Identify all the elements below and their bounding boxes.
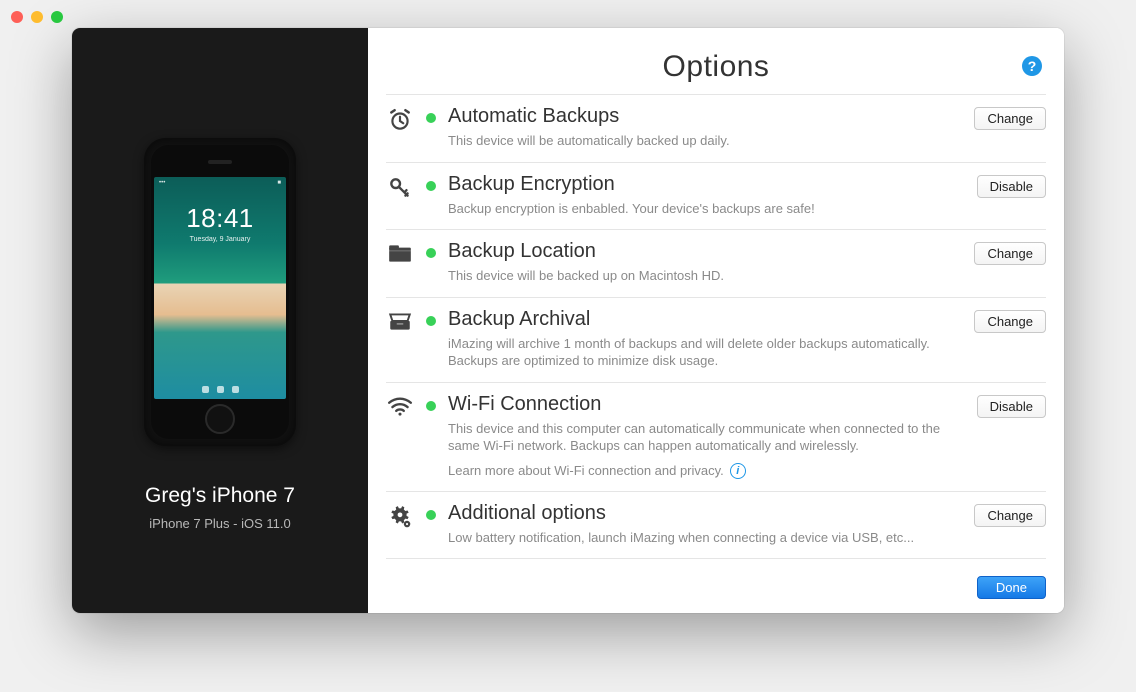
option-additional: Additional options Low battery notificat…	[386, 491, 1046, 560]
help-icon[interactable]: ?	[1022, 56, 1042, 76]
wifi-icon	[386, 393, 414, 417]
status-dot-enabled	[426, 510, 436, 520]
device-screen: •••■ 18:41 Tuesday, 9 January	[154, 177, 286, 399]
panel-header: Options ?	[368, 50, 1064, 94]
status-dot-enabled	[426, 181, 436, 191]
option-backup-location: Backup Location This device will be back…	[386, 229, 1046, 297]
option-wifi-connection: Wi-Fi Connection This device and this co…	[386, 382, 1046, 491]
options-panel: Options ? Automatic Backups This device …	[368, 28, 1064, 613]
change-button[interactable]: Change	[974, 107, 1046, 130]
wifi-learn-more[interactable]: Learn more about Wi-Fi connection and pr…	[448, 463, 965, 479]
option-backup-encryption: Backup Encryption Backup encryption is e…	[386, 162, 1046, 230]
key-icon	[386, 173, 414, 201]
device-date: Tuesday, 9 January	[190, 236, 251, 243]
device-home-button	[205, 404, 235, 434]
device-sidebar: •••■ 18:41 Tuesday, 9 January Greg's iPh…	[72, 28, 368, 613]
option-description: Backup encryption is enbabled. Your devi…	[448, 200, 965, 218]
option-title: Wi-Fi Connection	[448, 393, 965, 416]
status-dot-enabled	[426, 248, 436, 258]
app-window: •••■ 18:41 Tuesday, 9 January Greg's iPh…	[72, 28, 1064, 613]
option-automatic-backups: Automatic Backups This device will be au…	[386, 94, 1046, 162]
gears-icon	[386, 502, 414, 530]
change-button[interactable]: Change	[974, 310, 1046, 333]
disable-button[interactable]: Disable	[977, 175, 1046, 198]
disable-button[interactable]: Disable	[977, 395, 1046, 418]
learn-more-text: Learn more about Wi-Fi connection and pr…	[448, 463, 724, 478]
option-title: Additional options	[448, 502, 962, 525]
options-list: Automatic Backups This device will be au…	[368, 94, 1064, 568]
change-button[interactable]: Change	[974, 504, 1046, 527]
alarm-clock-icon	[386, 105, 414, 133]
option-title: Automatic Backups	[448, 105, 962, 128]
page-title: Options	[663, 50, 770, 84]
status-dot-enabled	[426, 113, 436, 123]
option-description: Low battery notification, launch iMazing…	[448, 529, 962, 547]
option-description: This device will be backed up on Macinto…	[448, 267, 962, 285]
option-description: This device and this computer can automa…	[448, 420, 965, 455]
device-name-label: Greg's iPhone 7	[145, 484, 295, 508]
change-button[interactable]: Change	[974, 242, 1046, 265]
panel-footer: Done	[368, 568, 1064, 613]
option-description: This device will be automatically backed…	[448, 132, 962, 150]
option-description: iMazing will archive 1 month of backups …	[448, 335, 962, 370]
archive-tray-icon	[386, 308, 414, 334]
option-title: Backup Archival	[448, 308, 962, 331]
option-backup-archival: Backup Archival iMazing will archive 1 m…	[386, 297, 1046, 382]
status-dot-enabled	[426, 316, 436, 326]
folder-icon	[386, 240, 414, 264]
option-title: Backup Location	[448, 240, 962, 263]
device-info-label: iPhone 7 Plus - iOS 11.0	[149, 516, 290, 531]
device-clock: 18:41	[186, 203, 254, 234]
device-mockup: •••■ 18:41 Tuesday, 9 January	[144, 138, 296, 446]
done-button[interactable]: Done	[977, 576, 1046, 599]
option-title: Backup Encryption	[448, 173, 965, 196]
status-dot-enabled	[426, 401, 436, 411]
info-icon: i	[730, 463, 746, 479]
